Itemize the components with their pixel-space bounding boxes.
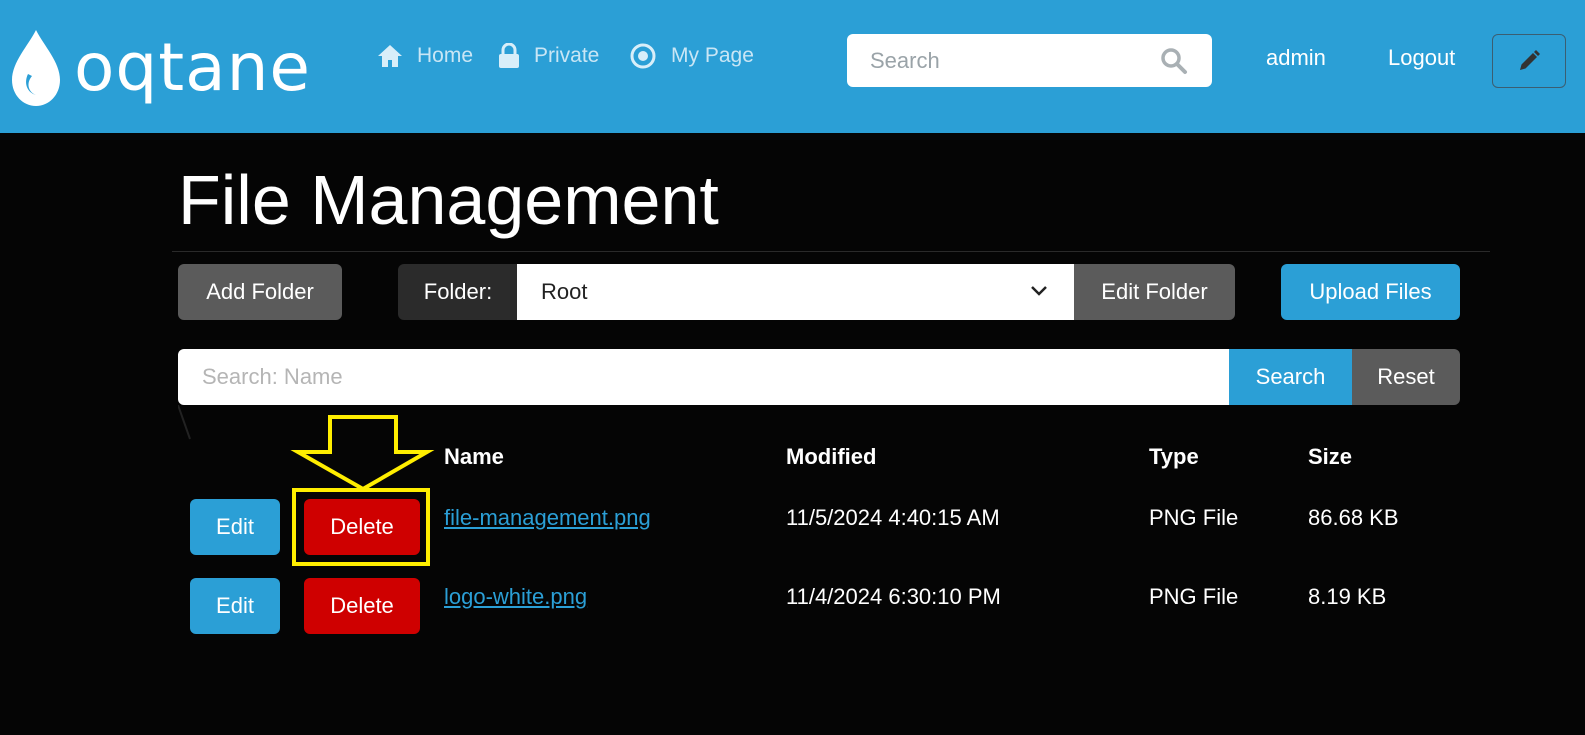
upload-files-button[interactable]: Upload Files: [1281, 264, 1460, 320]
file-type: PNG File: [1149, 505, 1239, 530]
file-name-link[interactable]: logo-white.png: [444, 584, 587, 610]
nav-item-my-page[interactable]: My Page: [629, 38, 754, 74]
annotation-highlight-box: [292, 488, 430, 566]
nav-label-home: Home: [417, 44, 474, 67]
brand-name: oqtane: [74, 29, 312, 106]
edit-mode-button[interactable]: [1492, 34, 1566, 88]
file-modified: 11/4/2024 6:30:10 PM: [786, 584, 1001, 609]
row-edit-button[interactable]: Edit: [190, 499, 280, 555]
nav-item-private[interactable]: Private: [498, 38, 599, 74]
row-delete-button[interactable]: Delete: [304, 578, 420, 634]
edit-folder-button[interactable]: Edit Folder: [1074, 264, 1235, 320]
site-search-input[interactable]: [847, 34, 1147, 87]
site-search: [847, 34, 1212, 87]
logout-link[interactable]: Logout: [1388, 45, 1455, 71]
nav-item-home[interactable]: Home: [377, 38, 473, 74]
add-folder-button[interactable]: Add Folder: [178, 264, 342, 320]
page-title: File Management: [178, 161, 719, 239]
folder-label: Folder:: [398, 264, 518, 320]
search-icon[interactable]: [1160, 47, 1188, 75]
chevron-down-icon: [1031, 286, 1047, 296]
oqtane-logo[interactable]: oqtane: [6, 28, 341, 108]
file-modified: 11/5/2024 4:40:15 AM: [786, 505, 1000, 530]
column-header-type: Type: [1149, 444, 1199, 469]
row-edit-button[interactable]: Edit: [190, 578, 280, 634]
file-name-link[interactable]: file-management.png: [444, 505, 651, 531]
column-header-size: Size: [1308, 444, 1353, 469]
folder-select-value: Root: [541, 279, 588, 304]
nav-label-my-page: My Page: [671, 44, 754, 67]
title-divider: [172, 251, 1490, 252]
pencil-icon: [1520, 50, 1540, 70]
file-type: PNG File: [1149, 584, 1239, 609]
column-header-modified: Modified: [786, 444, 877, 469]
name-search-input[interactable]: [178, 349, 1230, 405]
target-icon: [630, 43, 656, 69]
search-button[interactable]: Search: [1229, 349, 1352, 405]
file-size: 86.68 KB: [1308, 505, 1399, 530]
lock-icon: [499, 43, 519, 68]
home-icon: [378, 45, 402, 67]
drop-logo-icon: [12, 30, 60, 106]
folder-select[interactable]: Root: [517, 264, 1074, 320]
name-search-field: [178, 349, 1230, 405]
top-bar: oqtane Home Private My Page admin Logout: [0, 0, 1585, 133]
annotation-arrow-icon: [178, 405, 435, 492]
file-size: 8.19 KB: [1308, 584, 1387, 609]
nav-label-private: Private: [534, 44, 600, 67]
reset-button[interactable]: Reset: [1352, 349, 1460, 405]
column-header-name: Name: [444, 444, 504, 469]
user-profile-link[interactable]: admin: [1266, 45, 1326, 71]
